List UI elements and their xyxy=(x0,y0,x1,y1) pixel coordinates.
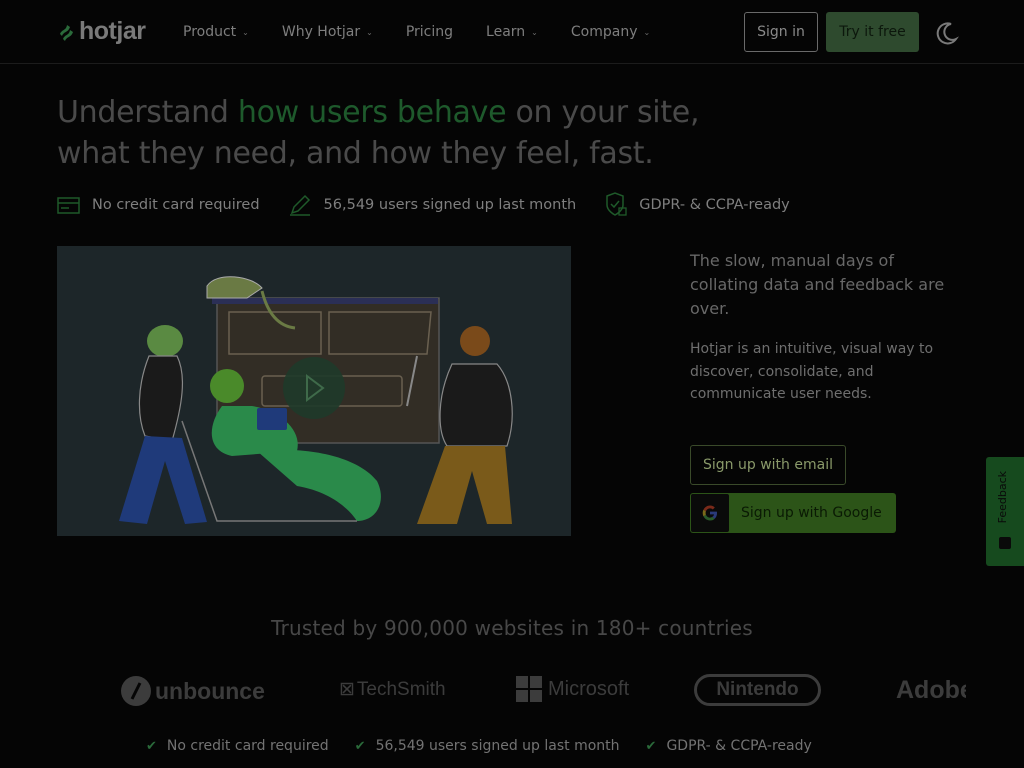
nav-company-label: Company xyxy=(570,24,638,40)
hero-perks: No credit card required 56,549 users sig… xyxy=(57,192,818,218)
nav-why-hotjar-label: Why Hotjar xyxy=(281,24,361,40)
microsoft-text: Microsoft xyxy=(548,677,630,700)
feedback-label: Feedback xyxy=(996,471,1009,524)
perk-text: No credit card required xyxy=(92,197,260,213)
adobe-logo: Adobe xyxy=(878,673,966,707)
sign-up-email-button[interactable]: Sign up with email xyxy=(690,445,846,485)
credit-card-icon xyxy=(57,197,80,214)
hero-illustration xyxy=(119,276,513,524)
nav-learn[interactable]: Learn ⌄ xyxy=(486,22,538,42)
nintendo-logo: Nintendo xyxy=(694,674,821,706)
adobe-text: Adobe xyxy=(896,675,966,704)
techsmith-logo: ⊠ TechSmith xyxy=(339,678,446,701)
bottom-perk-text: GDPR- & CCPA-ready xyxy=(666,738,812,754)
chevron-down-icon: ⌄ xyxy=(643,27,651,37)
hero-title-part1: Understand xyxy=(57,95,238,130)
bottom-perk-text: No credit card required xyxy=(166,738,329,754)
nintendo-text: Nintendo xyxy=(716,679,799,700)
hero-title-accent: how users behave xyxy=(237,95,507,130)
shield-check-icon xyxy=(606,192,627,216)
trusted-heading: Trusted by 900,000 websites in 180+ coun… xyxy=(271,616,753,640)
unbounce-text: unbounce xyxy=(155,677,265,704)
chevron-down-icon: ⌄ xyxy=(366,27,373,37)
techsmith-icon: ⊠ xyxy=(339,679,355,700)
side-body: Hotjar is an intuitive, visual way to di… xyxy=(690,341,934,402)
perk-item: No credit card required xyxy=(57,194,260,216)
perk-item: 56,549 users signed up last month xyxy=(288,193,577,217)
feedback-tab[interactable]: Feedback xyxy=(986,457,1024,566)
nav-why-hotjar[interactable]: Why Hotjar ⌄ xyxy=(282,22,373,42)
nav-product[interactable]: Product ⌄ xyxy=(183,22,249,42)
hero-title: Understand how users behave on your site… xyxy=(57,92,777,174)
nav-product-label: Product xyxy=(183,24,237,40)
perk-text: GDPR- & CCPA-ready xyxy=(639,197,790,213)
moon-icon[interactable] xyxy=(934,20,960,46)
sign-up-google-button[interactable]: Sign up with Google xyxy=(690,493,896,533)
nav-pricing-label: Pricing xyxy=(405,24,454,40)
hotjar-logo[interactable]: hotjar xyxy=(57,17,146,46)
logo-text: hotjar xyxy=(79,17,146,45)
pencil-icon xyxy=(289,194,310,216)
main-nav: Product ⌄ Why Hotjar ⌄ Pricing Learn ⌄ C… xyxy=(183,22,683,42)
bottom-perk-text: 56,549 users signed up last month xyxy=(375,738,620,754)
perk-text: 56,549 users signed up last month xyxy=(323,197,577,213)
try-it-free-button[interactable]: Try it free xyxy=(826,12,919,52)
side-heading: The slow, manual days of collating data … xyxy=(690,251,945,318)
techsmith-text: TechSmith xyxy=(356,678,446,700)
microsoft-logo: Microsoft xyxy=(516,676,629,702)
bottom-perk-item: ✔ GDPR- & CCPA-ready xyxy=(646,738,812,754)
nav-company[interactable]: Company ⌄ xyxy=(571,22,650,42)
check-icon: ✔ xyxy=(146,738,157,754)
bottom-perk-item: ✔ 56,549 users signed up last month xyxy=(355,738,620,754)
chevron-down-icon: ⌄ xyxy=(242,27,249,37)
nav-pricing[interactable]: Pricing xyxy=(406,22,453,42)
nav-learn-label: Learn xyxy=(486,24,526,40)
sign-in-button[interactable]: Sign in xyxy=(744,12,818,52)
bottom-perk-item: ✔ No credit card required xyxy=(146,738,329,754)
google-icon-box xyxy=(691,494,729,532)
check-icon: ✔ xyxy=(354,738,366,754)
site-header: hotjar Product ⌄ Why Hotjar ⌄ Pricing Le… xyxy=(0,0,1024,64)
hero-video[interactable] xyxy=(57,246,571,536)
chevron-down-icon: ⌄ xyxy=(531,27,538,37)
unbounce-icon xyxy=(121,676,151,706)
unbounce-logo: unbounce xyxy=(120,675,265,707)
microsoft-icon xyxy=(516,676,542,702)
perk-item: GDPR- & CCPA-ready xyxy=(604,192,790,218)
check-icon: ✔ xyxy=(645,738,657,754)
google-button-label: Sign up with Google xyxy=(741,505,882,521)
feedback-icon xyxy=(999,537,1011,549)
google-icon xyxy=(702,505,717,521)
customer-logos: unbounce ⊠ TechSmith Microsoft Nintendo … xyxy=(0,668,1024,712)
bottom-perks: ✔ No credit card required ✔ 56,549 users… xyxy=(146,738,838,754)
hotjar-logo-icon xyxy=(60,24,73,41)
